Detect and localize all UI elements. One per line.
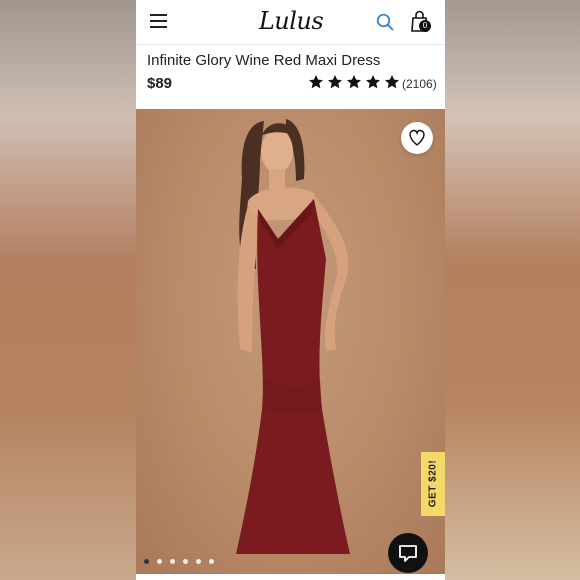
gallery-pagination bbox=[144, 559, 214, 564]
promo-label: GET $20! bbox=[427, 459, 439, 508]
star-icon bbox=[366, 75, 380, 89]
gallery-dot[interactable] bbox=[144, 559, 149, 564]
star-icon bbox=[328, 75, 342, 89]
review-count[interactable]: (2106) bbox=[402, 77, 437, 91]
cart-count-badge: 0 bbox=[419, 20, 431, 32]
gallery-dot[interactable] bbox=[209, 559, 214, 564]
brand-logo[interactable]: Lulus bbox=[256, 6, 326, 36]
chat-icon bbox=[399, 545, 417, 562]
gallery-dot[interactable] bbox=[183, 559, 188, 564]
promo-tab[interactable]: GET $20! bbox=[421, 452, 445, 516]
mobile-page: Lulus 0 Infinite Glory Wine Red Maxi Dre… bbox=[136, 0, 445, 580]
gallery-dot[interactable] bbox=[157, 559, 162, 564]
background-left bbox=[0, 0, 136, 580]
star-icon bbox=[309, 75, 323, 89]
model-figure bbox=[236, 119, 350, 554]
star-icon bbox=[385, 75, 399, 89]
search-icon[interactable] bbox=[376, 13, 394, 31]
menu-icon[interactable] bbox=[150, 14, 167, 28]
product-image[interactable]: GET $20! bbox=[136, 109, 445, 574]
top-navbar: Lulus 0 bbox=[136, 0, 445, 45]
background-right bbox=[445, 0, 580, 580]
gallery-dot[interactable] bbox=[170, 559, 175, 564]
chat-button[interactable] bbox=[388, 533, 428, 573]
rating-stars[interactable] bbox=[308, 74, 400, 92]
heart-icon bbox=[409, 129, 425, 146]
gallery-dot[interactable] bbox=[196, 559, 201, 564]
wishlist-button[interactable] bbox=[401, 122, 433, 154]
product-title: Infinite Glory Wine Red Maxi Dress bbox=[147, 52, 381, 69]
product-price: $89 bbox=[147, 75, 173, 92]
star-icon bbox=[347, 75, 361, 89]
